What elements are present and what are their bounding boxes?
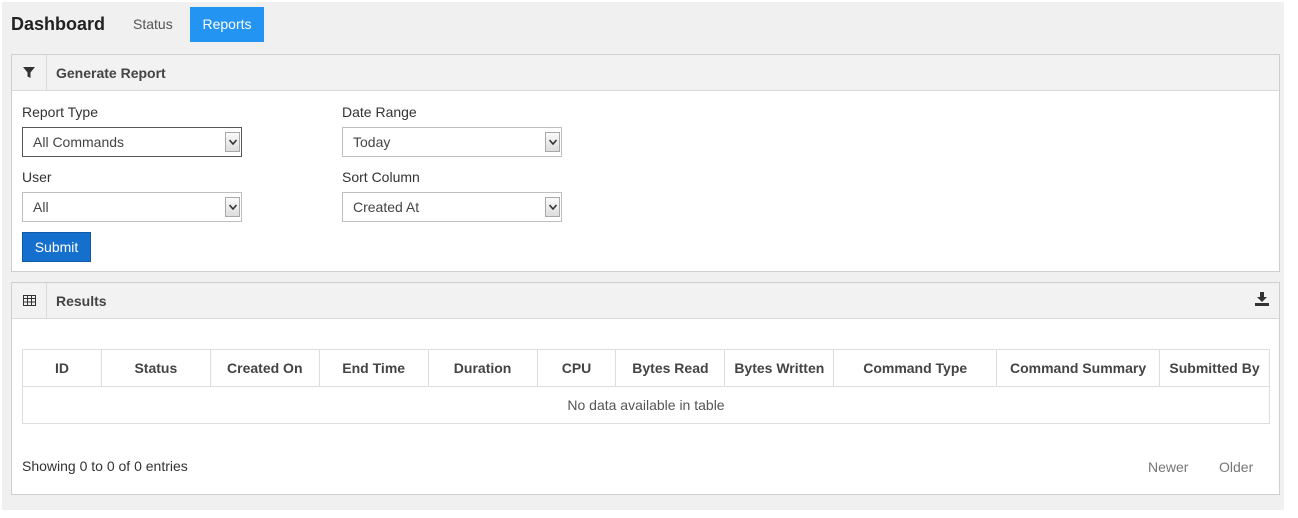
column-header-command-type[interactable]: Command Type [833,349,998,387]
results-table: ID Status Created On End Time Duration C… [22,349,1271,424]
column-header-cpu[interactable]: CPU [536,349,617,387]
column-header-command-summary[interactable]: Command Summary [996,349,1160,387]
chevron-down-icon [225,197,240,217]
app: Dashboard Status Reports Generate Report… [2,2,1284,510]
sort-column-value: Created At [353,199,420,215]
tab-status[interactable]: Status [121,7,185,42]
results-panel: Results ID Status Created On End Time Du… [11,282,1280,495]
generate-report-panel: Generate Report Report Type All Commands… [11,54,1280,272]
download-icon[interactable] [1255,292,1271,308]
sort-column-select[interactable]: Created At [342,192,562,222]
column-header-created-on[interactable]: Created On [209,349,320,387]
submit-button[interactable]: Submit [22,232,91,262]
filter-icon [12,55,47,90]
column-header-end-time[interactable]: End Time [318,349,429,387]
date-range-value: Today [353,134,391,150]
column-header-status[interactable]: Status [100,349,211,387]
generate-report-header: Generate Report [12,55,1279,91]
newer-button[interactable]: Newer [1148,459,1188,475]
chevron-down-icon [225,132,240,152]
column-header-submitted-by[interactable]: Submitted By [1158,349,1271,387]
report-type-select[interactable]: All Commands [22,127,242,157]
sort-column-label: Sort Column [342,169,420,185]
tab-reports[interactable]: Reports [190,7,264,42]
chevron-down-icon [545,197,560,217]
table-row: No data available in table [22,386,1270,424]
column-header-bytes-read[interactable]: Bytes Read [615,349,726,387]
column-header-bytes-written[interactable]: Bytes Written [724,349,835,387]
user-label: User [22,169,52,185]
results-header: Results [12,283,1279,319]
column-header-id[interactable]: ID [22,349,102,387]
table-info: Showing 0 to 0 of 0 entries [22,458,188,474]
empty-table-message: No data available in table [22,386,1270,424]
results-title: Results [56,293,107,309]
report-type-value: All Commands [33,134,125,150]
brand-title: Dashboard [11,14,106,34]
date-range-select[interactable]: Today [342,127,562,157]
column-header-duration[interactable]: Duration [427,349,538,387]
table-icon [12,283,47,318]
generate-report-title: Generate Report [56,65,166,81]
user-value: All [33,199,49,215]
table-header-row: ID Status Created On End Time Duration C… [22,349,1271,387]
date-range-label: Date Range [342,104,417,120]
older-button[interactable]: Older [1219,459,1253,475]
user-select[interactable]: All [22,192,242,222]
top-nav: Dashboard Status Reports [2,2,1284,42]
report-type-label: Report Type [22,104,99,120]
chevron-down-icon [545,132,560,152]
